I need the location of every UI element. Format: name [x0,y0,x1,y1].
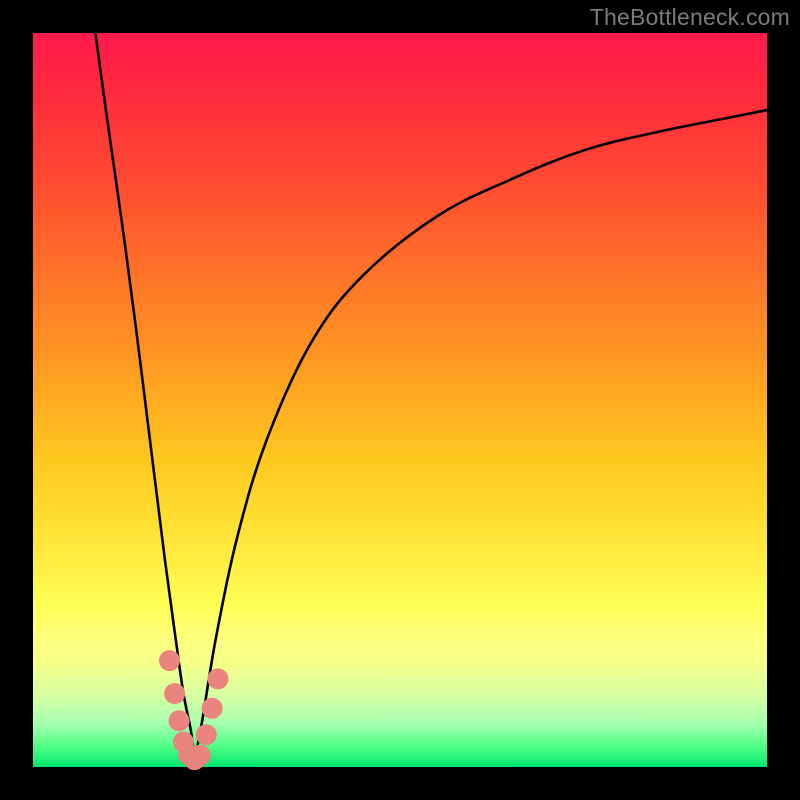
curve-right-branch [194,110,767,760]
trough-marker [190,745,211,766]
trough-markers [159,650,228,770]
attribution-text: TheBottleneck.com [590,4,790,31]
trough-marker [164,683,185,704]
chart-frame: TheBottleneck.com [0,0,800,800]
trough-marker [202,698,223,719]
gradient-plot-area [33,33,767,767]
trough-marker [159,650,180,671]
trough-marker [169,710,190,731]
trough-marker [207,668,228,689]
trough-marker [196,724,217,745]
curve-left-branch [95,33,194,760]
bottleneck-curve [33,33,767,767]
